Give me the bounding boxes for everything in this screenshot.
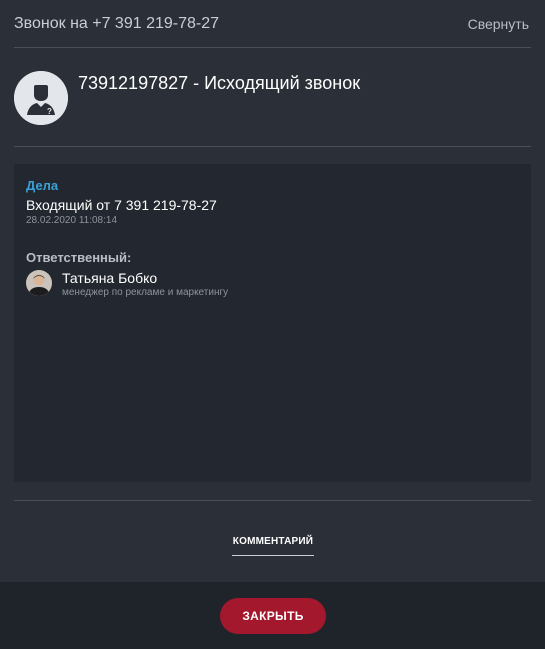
section-divider	[14, 146, 531, 147]
close-button[interactable]: ЗАКРЫТЬ	[220, 598, 326, 634]
responsible-name[interactable]: Татьяна Бобко	[62, 270, 157, 286]
task-date: 28.02.2020 11:08:14	[26, 215, 118, 226]
responsible-role: менеджер по рекламе и маркетингу	[62, 287, 229, 298]
header-title: Звонок на +7 391 219-78-27	[14, 15, 220, 32]
responsible-avatar	[26, 270, 52, 296]
task-title[interactable]: Входящий от 7 391 219-78-27	[26, 197, 217, 213]
header-divider	[14, 47, 531, 48]
panel-divider	[14, 500, 531, 501]
tab-comment[interactable]: КОММЕНТАРИЙ	[232, 536, 314, 556]
call-header: Звонок на +7 391 219-78-27 Свернуть	[0, 0, 545, 47]
details-panel: Дела Входящий от 7 391 219-78-27 28.02.2…	[14, 164, 531, 482]
call-title: 73912197827 - Исходящий звонок	[78, 73, 361, 93]
unknown-contact-icon: ?	[14, 71, 68, 125]
responsible-label: Ответственный:	[26, 250, 132, 265]
svg-text:?: ?	[47, 107, 52, 116]
tasks-heading: Дела	[26, 178, 59, 193]
footer-bar: ЗАКРЫТЬ	[0, 582, 545, 649]
collapse-link[interactable]: Свернуть	[468, 16, 529, 32]
